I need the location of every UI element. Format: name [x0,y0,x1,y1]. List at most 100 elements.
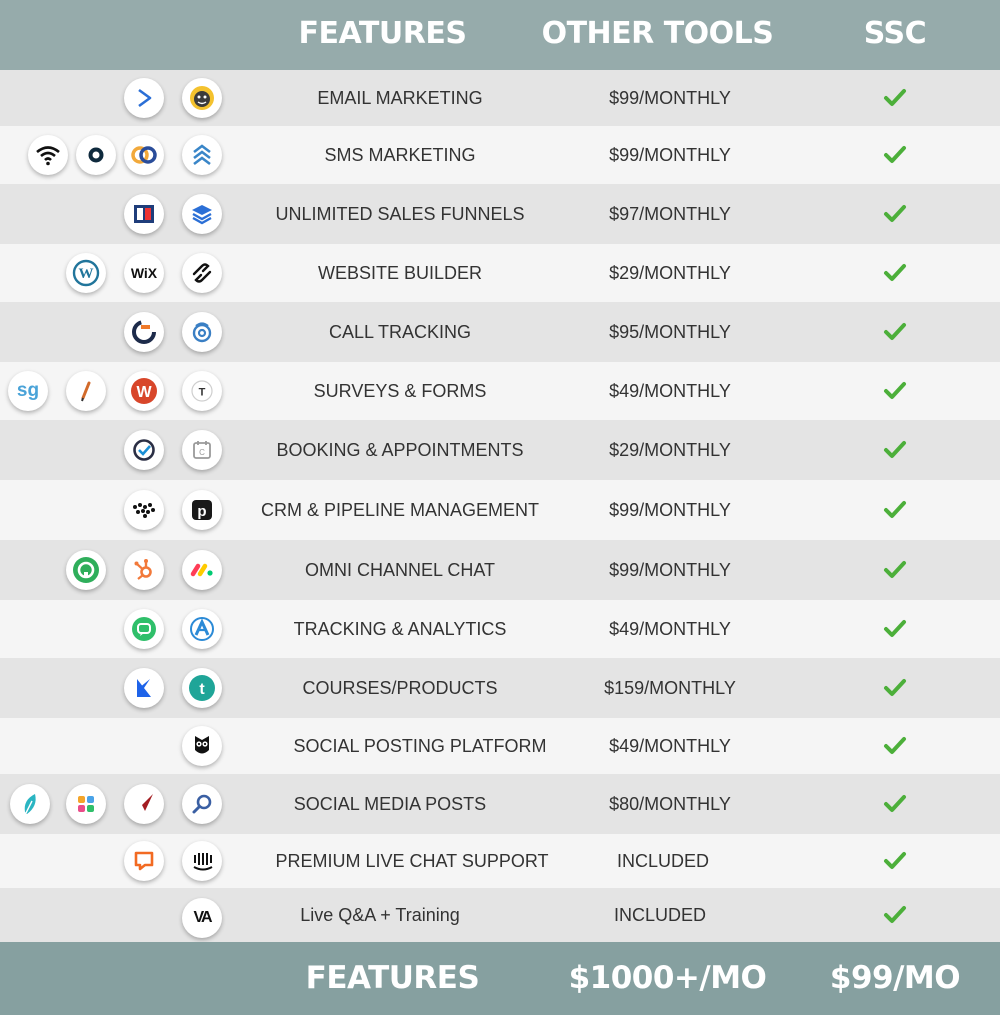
pencil-icon [66,371,106,411]
kajabi-icon [124,668,164,708]
check-icon [875,600,915,658]
table-row: SOCIAL POSTING PLATFORM $49/MONTHLY [0,718,1000,774]
calendly-icon [124,430,164,470]
table-row: TRACKING & ANALYTICS $49/MONTHLY [0,600,1000,658]
table-row: C BOOKING & APPOINTMENTS $29/MONTHLY [0,420,1000,480]
wordpress-icon: W [66,253,106,293]
check-icon [875,658,915,718]
other-tools-price: INCLUDED [613,904,706,925]
other-tools-price: $49/MONTHLY [609,380,731,401]
feature-name: PREMIUM LIVE CHAT SUPPORT [275,850,549,871]
check-icon [875,420,915,480]
wix-icon: WiX [124,253,164,293]
svg-text:C: C [199,448,205,457]
activecampaign-icon [124,78,164,118]
footer-features-label: FEATURES [305,960,480,996]
feature-name: TRACKING & ANALYTICS [293,618,507,639]
check-icon [875,70,915,126]
check-icon [875,244,915,302]
dots-icon [124,490,164,530]
squarespace-icon [182,253,222,293]
typeform-icon: T [182,371,222,411]
feature-name: SMS MARKETING [324,144,476,165]
footer-bar: FEATURES $1000+/MO $99/MO [0,942,1000,1015]
paper-plane-icon [124,784,164,824]
feature-name: SURVEYS & FORMS [313,380,487,401]
feature-rows: EMAIL MARKETING $99/MONTHLY SMS MARKETIN… [0,70,1000,942]
svg-text:T: T [199,387,206,399]
check-icon [875,302,915,362]
hootsuite-icon [182,726,222,766]
table-row: sg W T SURVEYS & FORMS $49/MONTHLY [0,362,1000,420]
feature-name: Live Q&A + Training [300,904,460,925]
other-tools-price: $49/MONTHLY [609,735,731,756]
other-tools-price: $99/MONTHLY [609,499,731,520]
analytics-icon [182,609,222,649]
va-icon: VA [182,898,222,938]
other-tools-price: $80/MONTHLY [609,793,731,814]
pipedrive-icon: p [182,490,222,530]
features-column-header: FEATURES [298,16,467,51]
other-tools-price: $99/MONTHLY [609,144,731,165]
rings-icon [124,135,164,175]
header-bar: FEATURES OTHER TOOLS SSC [0,0,1000,70]
teachable-icon: t [182,668,222,708]
other-tools-price: $95/MONTHLY [609,321,731,342]
check-icon [875,362,915,420]
feature-name: COURSES/PRODUCTS [302,677,498,698]
livechat-icon [124,841,164,881]
color-squares-icon [66,784,106,824]
feature-name: EMAIL MARKETING [317,87,483,108]
intercom-icon [182,841,222,881]
calendar-icon: C [182,430,222,470]
check-icon [875,184,915,244]
svg-text:W: W [136,384,152,401]
table-row: EMAIL MARKETING $99/MONTHLY [0,70,1000,126]
other-tools-price: $159/MONTHLY [604,677,736,698]
wifi-icon [28,135,68,175]
other-tools-price: $97/MONTHLY [609,203,731,224]
comparison-table: FEATURES OTHER TOOLS SSC EMAIL MARKETING… [0,0,1000,1015]
feature-name: CALL TRACKING [328,321,472,342]
feature-name: CRM & PIPELINE MANAGEMENT [260,499,540,520]
location-pin-icon [76,135,116,175]
table-row: t COURSES/PRODUCTS $159/MONTHLY [0,658,1000,718]
other-tools-total: $1000+/MO [568,960,767,996]
wufoo-icon: W [124,371,164,411]
table-row: SMS MARKETING $99/MONTHLY [0,126,1000,184]
monday-icon [182,550,222,590]
check-icon [875,480,915,540]
table-row: PREMIUM LIVE CHAT SUPPORT INCLUDED [0,834,1000,888]
chevrons-up-icon [182,135,222,175]
svg-text:p: p [197,503,206,520]
check-icon [875,888,915,942]
feature-name: WEBSITE BUILDER [317,262,483,283]
phone-ring-icon [182,312,222,352]
ssc-column-header: SSC [863,16,927,51]
surveygizmo-icon: sg [8,371,48,411]
other-tools-price: $49/MONTHLY [609,618,731,639]
feature-name: UNLIMITED SALES FUNNELS [275,203,525,224]
svg-text:t: t [199,681,205,698]
other-tools-price: $99/MONTHLY [609,87,731,108]
feature-name: BOOKING & APPOINTMENTS [276,439,524,460]
table-row: W WiX WEBSITE BUILDER $29/MONTHLY [0,244,1000,302]
feature-name: SOCIAL POSTING PLATFORM [293,735,547,756]
headset-icon [66,550,106,590]
chat-bubble-icon [124,609,164,649]
hubspot-icon [124,550,164,590]
check-icon [875,774,915,834]
table-row: OMNI CHANNEL CHAT $99/MONTHLY [0,540,1000,600]
other-tools-price: $99/MONTHLY [609,559,731,580]
check-icon [875,540,915,600]
check-icon [875,834,915,888]
other-tools-price: INCLUDED [616,850,709,871]
table-row: VA Live Q&A + Training INCLUDED [0,888,1000,942]
feature-name: SOCIAL MEDIA POSTS [293,793,487,814]
layers-icon [182,194,222,234]
table-row: CALL TRACKING $95/MONTHLY [0,302,1000,362]
clickfunnels-icon [124,194,164,234]
svg-text:W: W [79,266,94,282]
table-row: UNLIMITED SALES FUNNELS $97/MONTHLY [0,184,1000,244]
other-tools-price: $29/MONTHLY [609,262,731,283]
